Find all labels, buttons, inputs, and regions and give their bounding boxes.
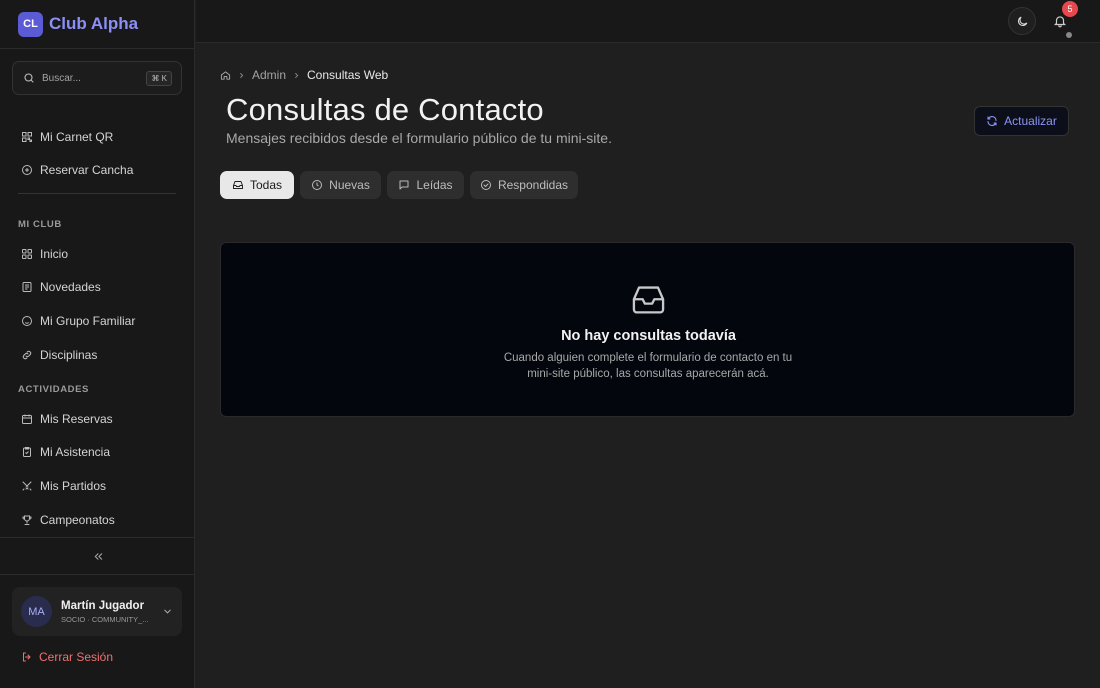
- logout-label: Cerrar Sesión: [39, 650, 114, 664]
- brand-name: Club Alpha: [49, 14, 139, 33]
- clock-icon: [311, 179, 323, 191]
- status-dot: [1066, 32, 1072, 38]
- newspaper-icon: [21, 281, 33, 293]
- check-circle-icon: [480, 179, 492, 191]
- divider: [0, 574, 195, 575]
- chevron-right-icon: [292, 71, 301, 80]
- inbox-icon: [232, 179, 244, 191]
- qr-code-icon: [21, 131, 33, 143]
- user-name: Martín Jugador: [61, 599, 145, 612]
- sidebar-item-label: Mi Grupo Familiar: [40, 314, 136, 328]
- plus-circle-icon: [21, 164, 33, 176]
- empty-state-description: Cuando alguien complete el formulario de…: [503, 352, 793, 380]
- user-role: SOCIO · COMMUNITY_...: [61, 614, 149, 624]
- grid-icon: [21, 248, 33, 260]
- sidebar-item-mis-reservas[interactable]: Mis Reservas: [12, 404, 182, 434]
- sidebar-item-disciplinas[interactable]: Disciplinas: [12, 340, 182, 370]
- search-icon: [23, 72, 35, 84]
- section-title-mi-club: MI CLUB: [18, 219, 62, 230]
- chevron-right-icon: [237, 71, 246, 80]
- user-info: Martín Jugador SOCIO · COMMUNITY_...: [61, 600, 162, 624]
- avatar: MA: [21, 596, 52, 627]
- user-menu[interactable]: MA Martín Jugador SOCIO · COMMUNITY_...: [12, 587, 182, 636]
- tab-label: Leídas: [416, 178, 453, 192]
- search-input[interactable]: Buscar... ⌘ K: [12, 61, 182, 95]
- sidebar-item-label: Novedades: [40, 280, 101, 294]
- topbar: 5: [196, 0, 1100, 43]
- clipboard-check-icon: [21, 446, 33, 458]
- section-title-actividades: ACTIVIDADES: [18, 384, 89, 395]
- empty-state: No hay consultas todavía Cuando alguien …: [220, 242, 1075, 417]
- inbox-icon: [631, 283, 666, 314]
- sidebar-item-campeonatos[interactable]: Campeonatos: [12, 505, 182, 535]
- brand[interactable]: CL Club Alpha: [0, 0, 195, 49]
- page-title: Consultas de Contacto: [226, 92, 544, 127]
- refresh-icon: [986, 115, 998, 127]
- tab-todas[interactable]: Todas: [220, 171, 294, 199]
- refresh-button[interactable]: Actualizar: [974, 106, 1069, 136]
- empty-state-title: No hay consultas todavía: [561, 328, 736, 344]
- sidebar-item-label: Disciplinas: [40, 348, 98, 362]
- family-icon: [21, 315, 33, 327]
- logout-icon: [21, 651, 33, 663]
- sidebar-item-mi-asistencia[interactable]: Mi Asistencia: [12, 437, 182, 467]
- breadcrumb-admin[interactable]: Admin: [252, 68, 286, 82]
- sidebar-item-novedades[interactable]: Novedades: [12, 272, 182, 302]
- tab-label: Respondidas: [497, 178, 569, 192]
- trophy-icon: [21, 514, 33, 526]
- sidebar-item-mi-grupo-familiar[interactable]: Mi Grupo Familiar: [12, 306, 182, 336]
- sidebar-item-label: Inicio: [40, 247, 69, 261]
- breadcrumb: Admin Consultas Web: [220, 68, 388, 82]
- tab-respondidas[interactable]: Respondidas: [470, 171, 578, 199]
- logout-button[interactable]: Cerrar Sesión: [21, 650, 113, 664]
- sidebar-item-label: Reservar Cancha: [40, 163, 134, 177]
- tab-label: Nuevas: [329, 178, 370, 192]
- sidebar-item-label: Mis Partidos: [40, 479, 107, 493]
- page-subtitle: Mensajes recibidos desde el formulario p…: [226, 130, 612, 146]
- moon-icon: [1016, 15, 1029, 28]
- notification-count-badge: 5: [1062, 1, 1078, 17]
- collapse-sidebar-button[interactable]: [88, 548, 108, 564]
- tab-label: Todas: [249, 178, 283, 192]
- message-square-icon: [398, 179, 410, 191]
- sidebar-item-label: Mi Carnet QR: [40, 130, 114, 144]
- sidebar-item-label: Mis Reservas: [40, 412, 113, 426]
- search-shortcut: ⌘ K: [146, 70, 172, 86]
- brand-logo: CL: [18, 11, 43, 37]
- home-icon[interactable]: [220, 70, 231, 81]
- divider: [0, 537, 195, 538]
- sidebar: CL Club Alpha Buscar... ⌘ K Mi Carnet QR…: [0, 0, 195, 688]
- swords-icon: [21, 480, 33, 492]
- sidebar-item-inicio[interactable]: Inicio: [12, 239, 182, 269]
- calendar-icon: [21, 413, 33, 425]
- theme-toggle-button[interactable]: [1008, 7, 1036, 35]
- breadcrumb-current: Consultas Web: [307, 68, 389, 82]
- chevron-down-icon: [162, 606, 173, 617]
- tab-nuevas[interactable]: Nuevas: [300, 171, 381, 199]
- divider: [18, 193, 176, 194]
- sidebar-item-label: Campeonatos: [40, 513, 115, 527]
- sidebar-item-mi-carnet-qr[interactable]: Mi Carnet QR: [12, 122, 182, 152]
- bell-icon: [1053, 14, 1067, 28]
- sidebar-item-mis-partidos[interactable]: Mis Partidos: [12, 471, 182, 501]
- sidebar-item-reservar-cancha[interactable]: Reservar Cancha: [12, 155, 182, 185]
- search-placeholder: Buscar...: [42, 72, 81, 84]
- tab-leidas[interactable]: Leídas: [387, 171, 464, 199]
- chevrons-left-icon: [93, 551, 104, 562]
- sidebar-item-label: Mi Asistencia: [40, 445, 111, 459]
- link-icon: [21, 349, 33, 361]
- refresh-label: Actualizar: [1004, 114, 1057, 128]
